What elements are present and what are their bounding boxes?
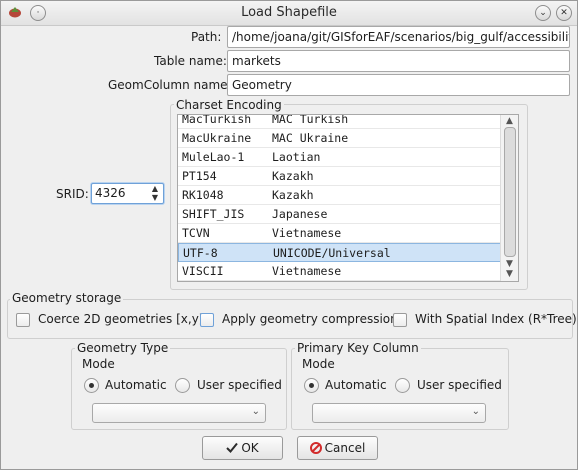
charset-list-item[interactable]: UTF-8 UNICODE/Universal bbox=[178, 243, 501, 262]
charset-scrollbar[interactable]: ▲ ▼ ▼ bbox=[500, 115, 518, 281]
geometry-automatic-radio[interactable] bbox=[84, 378, 99, 393]
geometry-user-radio[interactable] bbox=[175, 378, 190, 393]
charset-code: PT154 bbox=[182, 169, 217, 183]
geom-column-label: GeomColumn name: bbox=[108, 78, 232, 92]
chevron-down-icon: ⌄ bbox=[251, 406, 260, 417]
srid-value: 4326 bbox=[95, 186, 126, 200]
window-title: Load Shapefile bbox=[241, 5, 337, 20]
path-field[interactable]: /home/joana/git/GISforEAF/scenarios/big_… bbox=[227, 26, 570, 48]
cancel-label: Cancel bbox=[324, 441, 366, 455]
charset-code: MuleLao-1 bbox=[182, 150, 245, 164]
charset-code: UTF-8 bbox=[183, 246, 218, 260]
charset-name: Japanese bbox=[272, 207, 328, 221]
geometry-type-select[interactable]: ⌄ bbox=[92, 403, 266, 423]
spin-arrows-icon[interactable]: ▲ ▼ bbox=[149, 184, 161, 203]
close-button[interactable]: ✕ bbox=[556, 5, 572, 21]
charset-list-item[interactable]: SHIFT_JIS Japanese bbox=[178, 205, 501, 224]
charset-name: Laotian bbox=[272, 150, 321, 164]
charset-name: MAC Turkish bbox=[272, 114, 349, 126]
geometry-user-label: User specified bbox=[197, 378, 282, 392]
cancel-icon bbox=[309, 442, 322, 454]
primary-key-user-label: User specified bbox=[417, 378, 502, 392]
charset-encoding-title: Charset Encoding bbox=[174, 98, 284, 112]
spatial-index-label: With Spatial Index (R*Tree) bbox=[415, 312, 577, 326]
charset-code: RK1048 bbox=[182, 188, 224, 202]
table-name-label: Table name: bbox=[154, 54, 227, 68]
primary-key-automatic-radio[interactable] bbox=[304, 378, 319, 393]
geom-column-field[interactable]: Geometry bbox=[227, 74, 570, 96]
charset-list-item[interactable]: TCVN Vietnamese bbox=[178, 224, 501, 243]
table-name-field[interactable]: markets bbox=[227, 50, 570, 72]
charset-list[interactable]: MacTurkish MAC Turkish MacUkraine MAC Ukrai… bbox=[177, 114, 519, 282]
charset-list-item[interactable]: MacUkraine MAC Ukraine bbox=[178, 129, 501, 148]
scroll-up-icon[interactable]: ▲ bbox=[501, 116, 518, 126]
geometry-storage-title: Geometry storage bbox=[10, 291, 124, 305]
coerce-2d-checkbox[interactable] bbox=[16, 313, 30, 327]
charset-name: UNICODE/Universal bbox=[273, 246, 391, 260]
primary-key-user-radio[interactable] bbox=[395, 378, 410, 393]
geometry-automatic-label: Automatic bbox=[105, 378, 167, 392]
charset-list-item[interactable]: MuleLao-1 Laotian bbox=[178, 148, 501, 167]
charset-code: MacUkraine bbox=[182, 131, 252, 145]
charset-list-item[interactable]: PT154 Kazakh bbox=[178, 167, 501, 186]
charset-name: Kazakh bbox=[272, 188, 314, 202]
charset-name: Vietnamese bbox=[272, 226, 342, 240]
checkmark-icon bbox=[226, 442, 239, 453]
title-bar: · Load Shapefile ⌄ ✕ bbox=[1, 1, 577, 26]
compression-label: Apply geometry compression bbox=[222, 312, 398, 326]
charset-code: SHIFT_JIS bbox=[182, 207, 245, 221]
compression-checkbox[interactable] bbox=[200, 313, 214, 327]
srid-spinbox[interactable]: 4326 ▲ ▼ bbox=[91, 183, 164, 204]
ok-label: OK bbox=[241, 441, 259, 455]
geometry-type-title: Geometry Type bbox=[75, 341, 171, 355]
scroll-end-icon[interactable]: ▼ bbox=[501, 269, 518, 279]
charset-code: TCVN bbox=[182, 226, 210, 240]
primary-key-select[interactable]: ⌄ bbox=[312, 403, 486, 423]
charset-name: Kazakh bbox=[272, 169, 314, 183]
primary-key-title: Primary Key Column bbox=[295, 341, 421, 355]
charset-list-item[interactable]: VISCII Vietnamese bbox=[178, 262, 501, 281]
charset-list-item[interactable]: RK1048 Kazakh bbox=[178, 186, 501, 205]
load-shapefile-dialog: · Load Shapefile ⌄ ✕ Path: /home/joana/g… bbox=[0, 0, 578, 470]
coerce-2d-label: Coerce 2D geometries [x,y] bbox=[38, 312, 204, 326]
charset-code: MacTurkish bbox=[182, 114, 252, 126]
path-label: Path: bbox=[191, 30, 222, 44]
srid-label: SRID: bbox=[56, 187, 89, 201]
primary-key-mode-label: Mode bbox=[302, 357, 335, 371]
charset-name: Vietnamese bbox=[272, 264, 342, 278]
ok-button[interactable]: OK bbox=[202, 436, 283, 460]
scroll-down-icon[interactable]: ▼ bbox=[501, 259, 518, 269]
minimize-button[interactable]: ⌄ bbox=[535, 5, 551, 21]
charset-list-item[interactable]: MacTurkish MAC Turkish bbox=[178, 114, 501, 129]
geometry-mode-label: Mode bbox=[82, 357, 115, 371]
charset-name: MAC Ukraine bbox=[272, 131, 349, 145]
chevron-down-icon: ⌄ bbox=[471, 406, 480, 417]
scrollbar-thumb[interactable] bbox=[504, 127, 516, 257]
spatial-index-checkbox[interactable] bbox=[393, 313, 407, 327]
charset-code: VISCII bbox=[182, 264, 224, 278]
cancel-button[interactable]: Cancel bbox=[297, 436, 378, 460]
primary-key-automatic-label: Automatic bbox=[325, 378, 387, 392]
